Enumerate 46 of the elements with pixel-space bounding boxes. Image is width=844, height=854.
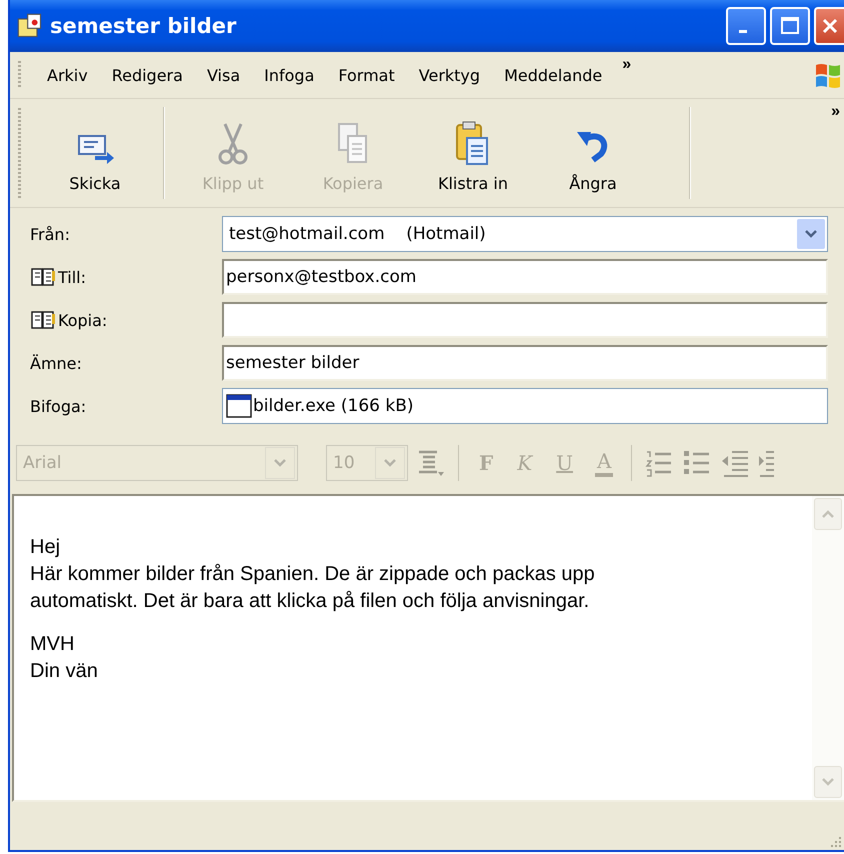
maximize-icon [780, 16, 800, 36]
caret-up-icon [821, 509, 835, 519]
undo-button[interactable]: Ångra [533, 105, 653, 201]
recipient-field[interactable]: personx@testbox.com [222, 259, 828, 295]
recipient-field[interactable] [222, 302, 828, 338]
field-label: Bifoga: [30, 396, 86, 416]
menu-overflow-button[interactable]: » [622, 56, 632, 74]
menu-item[interactable]: Redigera [100, 66, 195, 84]
resize-grip-icon[interactable] [830, 836, 842, 848]
address-book-icon [30, 266, 56, 288]
menu-item[interactable]: Format [326, 66, 407, 84]
paste-button[interactable]: Klistra in [413, 105, 533, 201]
scroll-up-button[interactable] [814, 498, 842, 530]
maximize-button[interactable] [770, 7, 810, 45]
grip-handle[interactable] [18, 61, 21, 89]
message-line: automatiskt. Det är bara att klicka på filen och följa anvisningar. [30, 589, 590, 614]
account-dropdown[interactable]: test@hotmail.com (Hotmail) [222, 216, 828, 252]
address-label-button[interactable]: Kopia: [58, 310, 108, 330]
close-button[interactable] [814, 7, 844, 45]
menu-item[interactable]: Arkiv [35, 66, 100, 84]
menu-item[interactable]: Meddelande [492, 66, 614, 84]
minimize-button[interactable] [726, 7, 766, 45]
grip-handle[interactable] [18, 108, 21, 198]
program-window-icon [226, 394, 252, 418]
menu-item[interactable]: Infoga [252, 66, 326, 84]
envelope-note-icon [16, 12, 44, 40]
message-line: Här kommer bilder från Spanien. De är zippade och packas upp [30, 562, 596, 587]
minimize-icon [739, 30, 747, 32]
scrollbar[interactable] [812, 496, 844, 800]
field-label: Från: [30, 224, 70, 244]
menu-item[interactable]: Visa [194, 66, 252, 84]
address-label-button[interactable]: Till: [58, 268, 86, 286]
send-button[interactable]: Skicka [35, 105, 155, 201]
attachment-field[interactable]: bilder.exe (166 kB) [222, 388, 828, 424]
scroll-down-button[interactable] [814, 766, 842, 798]
message-line: MVH [30, 632, 76, 657]
toolbar-overflow-button[interactable]: » [827, 103, 844, 121]
menu-item[interactable]: Verktyg [406, 66, 492, 84]
subject-field[interactable]: semester bilder [222, 345, 828, 381]
window-title: semester bilder [50, 14, 236, 38]
address-book-icon [30, 309, 56, 331]
message-line: Din vän [30, 659, 99, 684]
field-label: Ämne: [30, 354, 82, 372]
caret-down-icon [821, 777, 835, 787]
close-icon [821, 17, 839, 35]
message-line: Hej [30, 535, 62, 560]
